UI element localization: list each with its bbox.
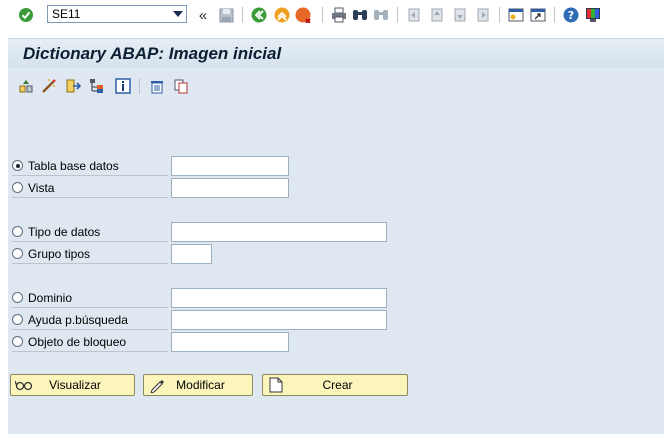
radio-ayuda-busqueda[interactable] xyxy=(12,314,23,325)
radio-objeto-de-bloqueo[interactable] xyxy=(12,336,23,347)
prev-page-icon[interactable] xyxy=(428,6,446,24)
last-page-icon[interactable] xyxy=(474,6,492,24)
grupo-tipos-input[interactable] xyxy=(171,244,212,264)
hierarchy-icon[interactable] xyxy=(88,77,106,95)
save-icon[interactable] xyxy=(217,6,235,24)
create-button-label: Crear xyxy=(322,378,353,392)
application-toolbar xyxy=(8,68,664,102)
check-transport-icon[interactable] xyxy=(64,77,82,95)
tabla-base-datos-input[interactable] xyxy=(171,156,289,176)
delete-icon[interactable] xyxy=(148,77,166,95)
chevron-down-icon[interactable] xyxy=(170,6,186,22)
back-double-icon[interactable]: « xyxy=(196,6,210,24)
tipo-de-datos-input[interactable] xyxy=(171,222,387,242)
radio-tabla-base-datos[interactable] xyxy=(12,160,23,171)
option-label: Dominio xyxy=(28,291,73,305)
find-icon[interactable] xyxy=(351,6,369,24)
page-title: Dictionary ABAP: Imagen inicial xyxy=(23,44,282,63)
command-field[interactable]: SE11 xyxy=(47,5,187,23)
back-icon[interactable] xyxy=(250,6,268,24)
print-icon[interactable] xyxy=(330,6,348,24)
enter-icon[interactable] xyxy=(17,6,35,24)
create-button[interactable]: Crear xyxy=(262,374,408,396)
option-label: Tipo de datos xyxy=(28,225,101,239)
blank-document-icon xyxy=(266,375,286,395)
option-label: Objeto de bloqueo xyxy=(28,335,127,349)
next-page-icon[interactable] xyxy=(451,6,469,24)
option-label: Vista xyxy=(28,181,55,195)
command-field-value[interactable]: SE11 xyxy=(48,7,170,21)
change-button[interactable]: Modificar xyxy=(143,374,253,396)
main-form: Tabla base datos Vista Tipo de datos Gru… xyxy=(8,102,664,434)
radio-tipo-de-datos[interactable] xyxy=(12,226,23,237)
radio-dominio[interactable] xyxy=(12,292,23,303)
radio-grupo-tipos[interactable] xyxy=(12,248,23,259)
display-button[interactable]: Visualizar xyxy=(10,374,135,396)
cancel-icon[interactable] xyxy=(295,6,313,24)
objeto-de-bloqueo-input[interactable] xyxy=(171,332,289,352)
pencil-icon xyxy=(147,375,167,395)
dominio-input[interactable] xyxy=(171,288,387,308)
exit-icon[interactable] xyxy=(273,6,291,24)
first-page-icon[interactable] xyxy=(405,6,423,24)
other-object-icon[interactable] xyxy=(17,77,35,95)
change-button-label: Modificar xyxy=(176,378,225,392)
new-session-icon[interactable] xyxy=(507,6,525,24)
ayuda-busqueda-input[interactable] xyxy=(171,310,387,330)
help-icon[interactable]: ? xyxy=(562,6,580,24)
find-next-icon[interactable] xyxy=(372,6,390,24)
system-toolbar: SE11 « ? xyxy=(0,0,664,30)
option-label: Tabla base datos xyxy=(28,159,119,173)
info-icon[interactable] xyxy=(114,77,132,95)
copy-icon[interactable] xyxy=(172,77,190,95)
edit-magic-icon[interactable] xyxy=(40,77,58,95)
glasses-icon xyxy=(14,375,34,395)
shortcut-icon[interactable] xyxy=(529,6,547,24)
vista-input[interactable] xyxy=(171,178,289,198)
radio-vista[interactable] xyxy=(12,182,23,193)
option-label: Ayuda p.búsqueda xyxy=(28,313,128,327)
svg-text:?: ? xyxy=(568,9,574,22)
title-bar: Dictionary ABAP: Imagen inicial xyxy=(8,38,664,69)
display-button-label: Visualizar xyxy=(49,378,101,392)
customize-icon[interactable] xyxy=(584,6,602,24)
option-label: Grupo tipos xyxy=(28,247,91,261)
